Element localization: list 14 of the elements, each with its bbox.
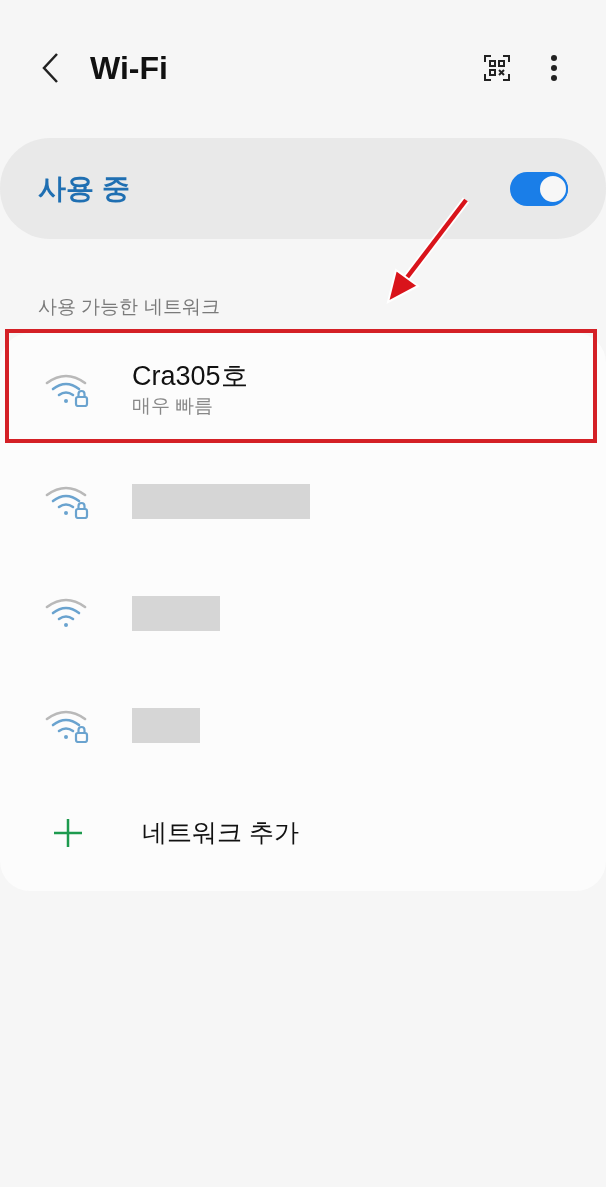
network-speed: 매우 빠름 xyxy=(132,394,215,418)
network-row[interactable]: Cra305호 매우 빠름 xyxy=(0,333,606,445)
qr-code-icon[interactable] xyxy=(484,55,510,81)
redaction-bar xyxy=(132,707,200,743)
wifi-switch-card[interactable]: 사용 중 xyxy=(0,138,606,239)
add-network-row[interactable]: 네트워크 추가 xyxy=(0,781,606,885)
add-network-label: 네트워크 추가 xyxy=(142,817,299,849)
page-title: Wi-Fi xyxy=(90,49,168,88)
network-name: Cra305호 xyxy=(132,360,248,393)
plus-icon xyxy=(52,817,84,849)
toggle-switch[interactable] xyxy=(510,171,568,206)
more-options-icon[interactable] xyxy=(550,54,558,82)
section-label: 사용 가능한 네트워크 xyxy=(38,295,221,319)
switch-label: 사용 중 xyxy=(38,171,131,206)
